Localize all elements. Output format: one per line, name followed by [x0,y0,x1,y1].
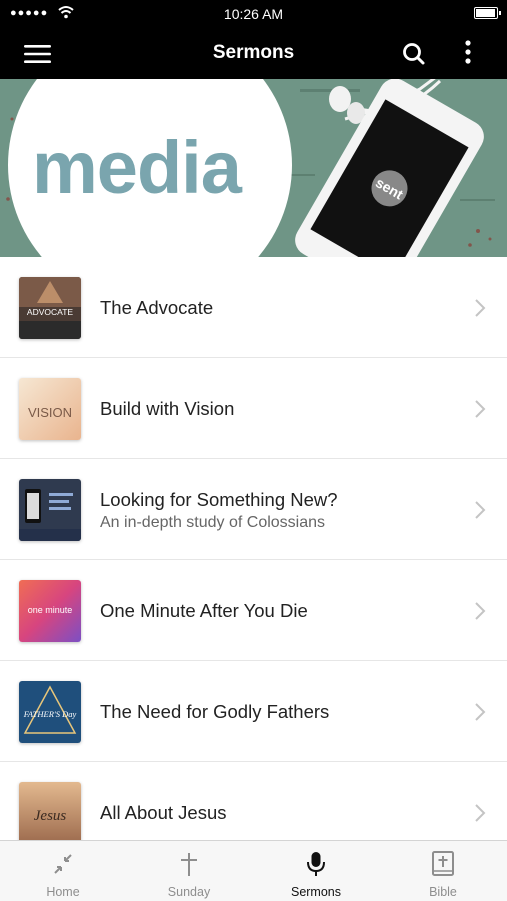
chevron-right-icon [475,400,486,418]
search-icon [403,43,425,65]
sermon-thumbnail: Jesus [19,782,81,844]
cross-icon [181,853,197,876]
bible-icon [432,851,454,876]
sermon-title: Build with Vision [100,398,235,419]
sermon-subtitle: An in-depth study of Colossians [100,514,326,531]
sermon-row[interactable]: Looking for Something New? An in-depth s… [0,459,507,560]
thumbnail-text: ADVOCATE [27,307,73,317]
sermon-thumbnail [19,479,81,541]
sermon-title: Looking for Something New? [100,489,338,510]
sermon-list: ADVOCATE The Advocate VISION Build with … [0,257,507,863]
page-title: Sermons [212,42,295,63]
chevron-right-icon [475,501,486,519]
tab-home[interactable]: Home [0,841,126,901]
battery-icon [474,7,501,19]
microphone-icon [307,852,325,876]
chevron-right-icon [475,602,486,620]
thumbnail-text: one minute [28,605,73,615]
more-vertical-icon [465,40,471,64]
sermon-thumbnail: FATHER'S Day [19,681,81,743]
tab-label: Sermons [290,885,342,899]
chevron-right-icon [475,299,486,317]
tab-label: Sunday [167,885,211,899]
sermon-row[interactable]: one minute One Minute After You Die [0,560,507,661]
sermon-title: One Minute After You Die [100,600,308,621]
thumbnail-text: FATHER'S Day [23,709,77,719]
status-bar: ●●●●● 10:26 AM [0,0,507,28]
sermon-thumbnail: VISION [19,378,81,440]
tab-sunday[interactable]: Sunday [126,841,252,901]
sermon-thumbnail: one minute [19,580,81,642]
status-time: 10:26 AM [223,6,284,22]
sermon-row[interactable]: VISION Build with Vision [0,358,507,459]
search-button[interactable] [398,40,430,68]
tab-label: Home [46,885,80,899]
sermon-row[interactable]: FATHER'S Day The Need for Godly Fathers [0,661,507,762]
more-options-button[interactable] [456,38,480,70]
home-arrows-icon [54,854,72,874]
chevron-right-icon [475,804,486,822]
tab-bible[interactable]: Bible [380,841,506,901]
tab-label: Bible [429,885,457,899]
nav-bar: Sermons [0,28,507,79]
sermon-row[interactable]: ADVOCATE The Advocate [0,257,507,358]
banner-title: media [32,126,242,209]
sermon-thumbnail: ADVOCATE [19,277,81,339]
chevron-right-icon [475,703,486,721]
sermon-title: The Advocate [100,297,214,318]
thumbnail-text: Jesus [34,808,67,824]
media-banner: sent media [0,79,507,257]
sermon-title: The Need for Godly Fathers [100,701,330,722]
tab-bar: Home Sunday Sermons Bible [0,840,507,901]
thumbnail-text: VISION [28,405,72,420]
sermon-title: All About Jesus [100,802,227,823]
tab-sermons[interactable]: Sermons [253,841,379,901]
